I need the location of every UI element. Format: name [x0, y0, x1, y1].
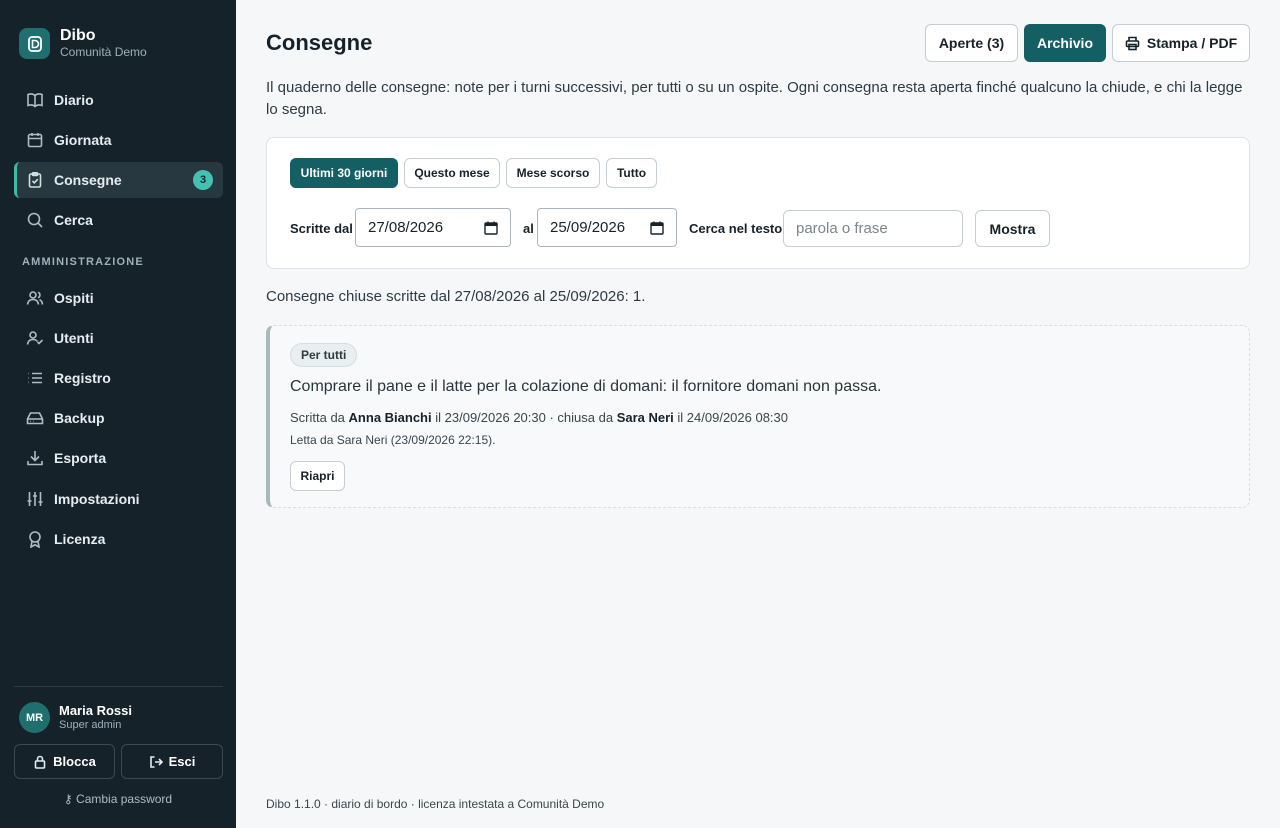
sidebar-item-label: Diario [54, 92, 94, 108]
key-icon: ⚷ [63, 792, 73, 806]
sidebar-item-label: Giornata [54, 132, 112, 148]
calendar-icon[interactable] [650, 221, 664, 235]
sidebar-item-label: Impostazioni [54, 491, 140, 507]
intro-text: Il quaderno delle consegne: note per i t… [266, 79, 1243, 118]
award-icon [26, 530, 44, 548]
logout-button-label: Esci [168, 754, 196, 769]
sidebar-item-ospiti[interactable]: Ospiti [14, 280, 223, 316]
sidebar-item-label: Consegne [54, 172, 122, 188]
sidebar-item-label: Licenza [54, 531, 106, 547]
user-role: Super admin [59, 719, 122, 731]
section-heading-admin: AMMINISTRAZIONE [22, 256, 144, 268]
from-date-value: 27/08/2026 [368, 219, 444, 236]
brand-name: Dibo [60, 27, 96, 44]
consegna-card: Per tutti Comprare il pane e il latte pe… [266, 325, 1250, 508]
author-name: Anna Bianchi [348, 410, 432, 425]
search-text-label: Cerca nel testo [689, 221, 783, 236]
sidebar-item-licenza[interactable]: Licenza [14, 521, 223, 557]
search-icon [26, 211, 44, 229]
to-date-input[interactable]: 25/09/2026 [537, 208, 677, 247]
sidebar: Dibo Comunità Demo Diario Giornata Conse… [0, 0, 236, 828]
brand[interactable]: Dibo Comunità Demo [19, 27, 147, 60]
main-content: Consegne Aperte (3) Archivio Stampa / PD… [236, 0, 1280, 828]
sidebar-item-label: Utenti [54, 330, 94, 346]
lock-icon [34, 755, 46, 769]
from-date-label: Scritte dal [290, 221, 353, 236]
count-badge: 3 [193, 170, 213, 190]
lock-button-label: Blocca [53, 754, 96, 769]
sidebar-item-registro[interactable]: Registro [14, 360, 223, 396]
consegna-text: Comprare il pane e il latte per la colaz… [290, 378, 882, 395]
sidebar-item-label: Ospiti [54, 290, 94, 306]
dibo-logo-icon [19, 28, 50, 59]
range-chip-this-month[interactable]: Questo mese [404, 158, 500, 188]
download-icon [26, 449, 44, 467]
results-summary: Consegne chiuse scritte dal 27/08/2026 a… [266, 288, 646, 305]
book-icon [26, 91, 44, 109]
change-password-label: Cambia password [76, 792, 173, 806]
calendar-icon [26, 131, 44, 149]
user-name: Maria Rossi [59, 703, 132, 718]
user-check-icon [26, 329, 44, 347]
range-chip-last-month[interactable]: Mese scorso [506, 158, 600, 188]
to-date-label: al [523, 221, 534, 236]
avatar: MR [19, 702, 50, 733]
search-text-input[interactable]: parola o frase [783, 210, 963, 247]
from-date-input[interactable]: 27/08/2026 [355, 208, 511, 247]
divider [14, 686, 223, 687]
change-password-link[interactable]: ⚷ Cambia password [0, 792, 236, 806]
sidebar-item-cerca[interactable]: Cerca [14, 202, 223, 238]
sidebar-item-esporta[interactable]: Esporta [14, 440, 223, 476]
sliders-icon [26, 490, 44, 508]
brand-subtitle: Comunità Demo [60, 45, 147, 59]
logout-icon [149, 755, 163, 768]
show-button[interactable]: Mostra [975, 210, 1050, 247]
calendar-icon[interactable] [484, 221, 498, 235]
to-date-value: 25/09/2026 [550, 219, 626, 236]
sidebar-item-label: Registro [54, 370, 111, 386]
footer-text: Dibo 1.1.0 · diario di bordo · licenza i… [266, 797, 605, 811]
audience-tag: Per tutti [290, 343, 358, 367]
logout-button[interactable]: Esci [121, 744, 223, 779]
printer-icon [1125, 36, 1140, 50]
clipboard-check-icon [26, 171, 44, 189]
search-placeholder: parola o frase [796, 220, 888, 237]
user-profile: MR Maria Rossi Super admin [19, 702, 132, 733]
reopen-button[interactable]: Riapri [290, 461, 345, 491]
meta-written-at: il 23/09/2026 20:30 · chiusa da [435, 410, 614, 425]
consegna-meta: Scritta da Anna Bianchi il 23/09/2026 20… [290, 410, 788, 425]
read-by-text: Letta da Sara Neri (23/09/2026 22:15). [290, 433, 496, 447]
page-title: Consegne [266, 30, 373, 55]
hard-drive-icon [26, 409, 44, 427]
sidebar-item-giornata[interactable]: Giornata [14, 122, 223, 158]
meta-closed-at: il 24/09/2026 08:30 [677, 410, 789, 425]
sidebar-item-backup[interactable]: Backup [14, 400, 223, 436]
meta-prefix: Scritta da [290, 410, 345, 425]
range-chip-all[interactable]: Tutto [606, 158, 657, 188]
archive-button[interactable]: Archivio [1024, 24, 1106, 62]
sidebar-item-label: Backup [54, 410, 105, 426]
list-icon [26, 369, 44, 387]
filter-panel: Ultimi 30 giorni Questo mese Mese scorso… [266, 137, 1250, 269]
sidebar-item-label: Cerca [54, 212, 93, 228]
sidebar-item-label: Esporta [54, 450, 107, 466]
range-chip-last-30-days[interactable]: Ultimi 30 giorni [290, 158, 398, 188]
sidebar-item-impostazioni[interactable]: Impostazioni [14, 481, 223, 517]
print-pdf-button[interactable]: Stampa / PDF [1112, 24, 1250, 62]
open-consegne-button[interactable]: Aperte (3) [925, 24, 1018, 62]
print-pdf-label: Stampa / PDF [1146, 35, 1238, 51]
sidebar-item-utenti[interactable]: Utenti [14, 320, 223, 356]
users-icon [26, 289, 44, 307]
sidebar-item-diario[interactable]: Diario [14, 82, 223, 118]
lock-button[interactable]: Blocca [14, 744, 115, 779]
sidebar-item-consegne[interactable]: Consegne 3 [14, 162, 223, 198]
closed-by-name: Sara Neri [616, 410, 674, 425]
